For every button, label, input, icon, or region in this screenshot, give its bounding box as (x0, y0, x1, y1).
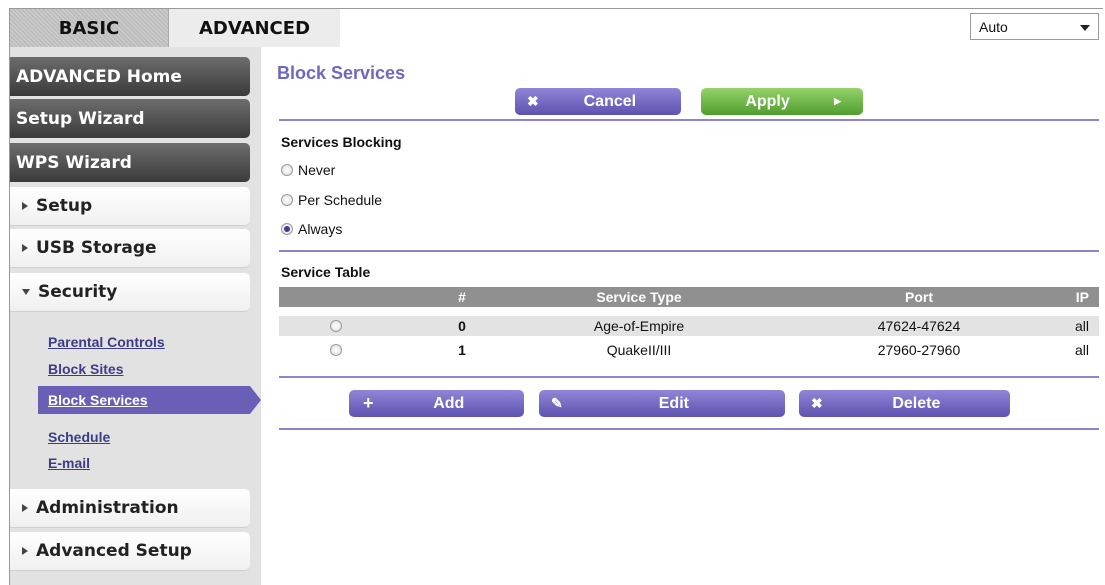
add-button[interactable]: + Add (349, 390, 524, 417)
row-number: 0 (458, 318, 466, 334)
sidebar-item-label: Advanced Setup (36, 541, 192, 561)
sidebar-item-usb-storage[interactable]: USB Storage (10, 229, 250, 267)
sidebar-item-security[interactable]: Security (10, 273, 250, 311)
divider (279, 376, 1099, 378)
top-tab-bar: BASIC ADVANCED (10, 9, 1104, 47)
edit-button[interactable]: ✎ Edit (539, 390, 785, 417)
radio-never-row[interactable]: Never (281, 162, 335, 178)
table-header: # Service Type Port IP (279, 287, 1099, 307)
port-range: 47624-47624 (877, 318, 961, 334)
column-header: Service Type (596, 289, 682, 305)
radio-per-schedule[interactable] (281, 194, 293, 206)
language-select-value: Auto (979, 18, 1008, 35)
service-type: Age-of-Empire (593, 318, 685, 334)
sidebar-item-advanced-setup[interactable]: Advanced Setup (10, 532, 250, 570)
plus-icon: + (363, 393, 374, 413)
column-header: IP (1075, 289, 1089, 305)
sidebar-item-label: Setup (36, 196, 93, 216)
caret-right-icon (22, 244, 28, 252)
divider (279, 428, 1099, 430)
active-indicator-arrow (250, 386, 261, 414)
sidebar-advanced-home[interactable]: ADVANCED Home (10, 57, 250, 96)
language-select[interactable]: Auto (970, 13, 1099, 40)
service-type: QuakeII/III (606, 342, 672, 358)
caret-right-icon (22, 547, 28, 555)
column-header: Port (905, 289, 933, 305)
tab-advanced[interactable]: ADVANCED (168, 9, 340, 47)
tab-basic[interactable]: BASIC (10, 9, 168, 47)
sidebar-subitem-block-sites[interactable]: Block Sites (48, 361, 123, 377)
radio-never[interactable] (281, 164, 293, 176)
sidebar-subitem-block-services[interactable]: Block Services (38, 386, 250, 414)
pencil-icon: ✎ (551, 395, 563, 411)
service-table-title: Service Table (281, 264, 371, 280)
sidebar-item-setup[interactable]: Setup (10, 187, 250, 225)
sidebar: ADVANCED Home Setup Wizard WPS Wizard Se… (10, 47, 261, 585)
caret-right-icon (22, 202, 28, 210)
chevron-down-icon (1080, 24, 1090, 31)
divider (279, 250, 1099, 252)
table-row[interactable]: 0 Age-of-Empire 47624-47624 all (279, 316, 1099, 336)
close-icon: ✖ (811, 395, 823, 411)
sidebar-setup-wizard[interactable]: Setup Wizard (10, 99, 250, 138)
sidebar-subitem-email[interactable]: E-mail (48, 455, 90, 471)
radio-label: Never (298, 162, 336, 178)
page-title: Block Services (277, 63, 406, 83)
sidebar-item-label: Security (38, 282, 118, 302)
sidebar-item-label: Administration (36, 498, 179, 518)
radio-always-row[interactable]: Always (281, 221, 342, 237)
apply-button[interactable]: Apply ▶ (701, 88, 863, 115)
play-icon: ▶ (834, 96, 841, 106)
close-icon: ✖ (527, 93, 539, 109)
port-range: 27960-27960 (877, 342, 961, 358)
ip-value: all (1074, 318, 1089, 334)
radio-label: Per Schedule (298, 192, 383, 208)
cancel-button[interactable]: ✖ Cancel (515, 88, 681, 115)
delete-button[interactable]: ✖ Delete (799, 390, 1010, 417)
row-select-radio[interactable] (330, 344, 342, 356)
table-row[interactable]: 1 QuakeII/III 27960-27960 all (279, 340, 1099, 360)
radio-always[interactable] (281, 223, 293, 235)
caret-right-icon (22, 504, 28, 512)
column-header: # (458, 289, 466, 305)
radio-per-schedule-row[interactable]: Per Schedule (281, 192, 382, 208)
sidebar-item-administration[interactable]: Administration (10, 489, 250, 527)
sidebar-subitem-parental-controls[interactable]: Parental Controls (48, 334, 165, 350)
sidebar-item-label: USB Storage (36, 238, 157, 258)
row-select-radio[interactable] (330, 320, 342, 332)
caret-down-icon (22, 289, 30, 295)
sidebar-subitem-schedule[interactable]: Schedule (48, 429, 110, 445)
ip-value: all (1074, 342, 1089, 358)
sidebar-wps-wizard[interactable]: WPS Wizard (10, 143, 250, 182)
services-blocking-title: Services Blocking (281, 134, 402, 150)
divider (279, 119, 1099, 121)
radio-label: Always (298, 221, 343, 237)
sidebar-subitem-label: Block Services (48, 392, 148, 408)
row-number: 1 (458, 342, 466, 358)
